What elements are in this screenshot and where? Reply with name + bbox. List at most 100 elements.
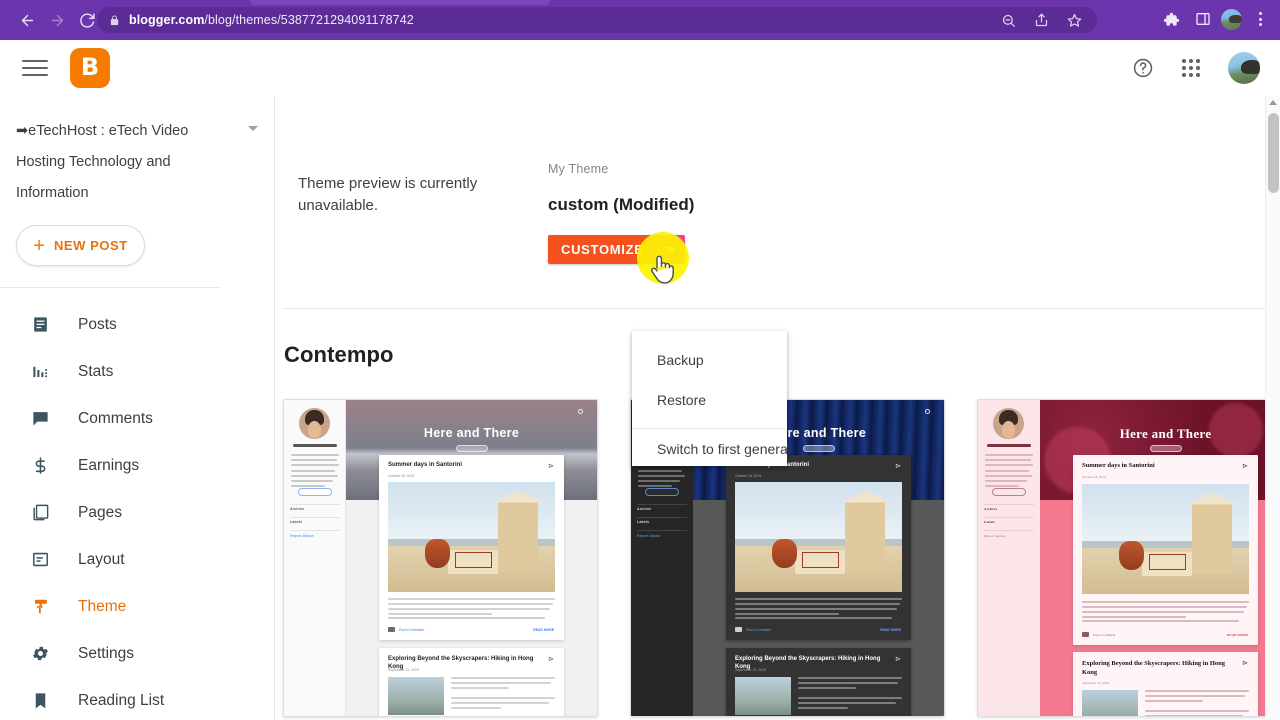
blog-selector[interactable]: ➡eTechHost : eTech Video Hosting Technol…	[0, 96, 274, 209]
post-photo	[388, 482, 555, 592]
my-theme-block: My Theme custom (Modified)	[548, 162, 694, 215]
read-more-link: READ MORE	[1226, 633, 1248, 637]
blog-name: Here and There	[423, 426, 520, 440]
browser-tab-stub[interactable]	[250, 0, 550, 5]
blogger-logo[interactable]: B	[70, 48, 110, 88]
comments-icon	[30, 408, 51, 429]
archive-label: Archive	[290, 507, 305, 511]
theme-options-dropdown[interactable]: Backup Restore Switch to first generat	[632, 331, 787, 466]
comment-icon	[388, 627, 395, 632]
post-photo	[1082, 484, 1249, 594]
browser-toolbar: blogger.com/blog/themes/5387721294091178…	[0, 0, 1280, 40]
sidebar-divider	[0, 287, 220, 288]
chevron-down-icon[interactable]	[248, 126, 258, 131]
sidebar-item-settings[interactable]: Settings	[0, 630, 274, 677]
theme-body: Summer days in Santorini October 18, 201…	[1040, 455, 1265, 716]
hamburger-menu-icon[interactable]	[22, 58, 48, 78]
post-date: September 12, 2019	[735, 668, 766, 672]
post-thumb	[388, 677, 444, 715]
author-bio-lines	[985, 454, 1033, 490]
sidebar-item-reading-list[interactable]: Reading List	[0, 677, 274, 720]
post-excerpt-2	[1145, 710, 1249, 716]
follow-button	[645, 488, 679, 496]
hand-pointer-cursor	[651, 255, 674, 284]
scrollbar-thumb[interactable]	[1268, 113, 1279, 193]
post-excerpt	[1082, 601, 1249, 621]
post-date: September 12, 2019	[1082, 681, 1110, 685]
post-title: Exploring Beyond the Skyscrapers: Hiking…	[1082, 660, 1226, 676]
archive-label: Archive	[637, 507, 652, 511]
archive-label: Archive	[984, 507, 998, 511]
menu-item-switch-to-first-generation[interactable]: Switch to first generat	[632, 429, 787, 466]
chrome-toolbar-icons	[1157, 5, 1274, 33]
theme-body: Summer days in Santorini October 18, 201…	[693, 455, 944, 716]
subscribe-pill	[802, 445, 835, 452]
labels-label: Labels	[637, 520, 650, 524]
address-bar[interactable]: blogger.com/blog/themes/5387721294091178…	[97, 7, 1097, 33]
sidebar-item-posts[interactable]: Posts	[0, 301, 274, 348]
zoom-search-icon[interactable]	[993, 5, 1023, 35]
lock-icon	[109, 14, 120, 26]
post-card: Exploring Beyond the Skyscrapers: Hiking…	[1073, 652, 1258, 716]
sidebar-item-stats[interactable]: Stats	[0, 348, 274, 395]
post-card: Exploring Beyond the Skyscrapers: Hiking…	[379, 648, 564, 716]
share-icon: ⊳	[895, 656, 901, 663]
sidebar-item-label: Layout	[78, 550, 125, 568]
page-scrollbar[interactable]	[1265, 96, 1280, 720]
new-post-button[interactable]: + NEW POST	[16, 225, 145, 266]
post-comment-link: Post a Comment	[399, 628, 425, 632]
report-abuse-label: Report Abuse	[637, 534, 661, 538]
profile-avatar-icon[interactable]	[1221, 8, 1242, 30]
sidebar-item-label: Settings	[78, 644, 135, 662]
back-arrow-icon[interactable]	[12, 5, 42, 35]
apps-grid-icon[interactable]	[1182, 59, 1200, 77]
read-more-link: READ MORE	[533, 628, 554, 632]
help-question-icon[interactable]	[1132, 57, 1154, 79]
current-theme-name: custom (Modified)	[548, 195, 695, 214]
theme-card[interactable]: Archive Labels Report Abuse Here and The…	[977, 399, 1265, 717]
post-photo	[735, 482, 902, 592]
follow-button	[992, 488, 1026, 496]
puzzle-extensions-icon[interactable]	[1157, 5, 1185, 33]
forward-arrow-icon[interactable]	[42, 5, 72, 35]
sidebar-item-theme[interactable]: Theme	[0, 583, 274, 630]
post-card: Summer days in Santorini October 18, 201…	[379, 455, 564, 640]
scroll-up-arrow-icon[interactable]	[1269, 100, 1277, 105]
sidebar-item-comments[interactable]: Comments	[0, 395, 274, 442]
post-date: October 18, 2019	[1082, 475, 1106, 479]
menu-item-restore[interactable]: Restore	[632, 380, 787, 420]
theme-card[interactable]: Archive Labels Report Abuse Here and The…	[283, 399, 598, 717]
sidebar-item-pages[interactable]: Pages	[0, 489, 274, 536]
stats-bar-icon	[30, 361, 51, 382]
subscribe-pill	[1149, 445, 1182, 452]
comment-icon	[735, 627, 742, 632]
menu-item-backup[interactable]: Backup	[632, 340, 787, 380]
three-dot-menu-icon[interactable]	[1246, 5, 1274, 33]
side-panel-icon[interactable]	[1189, 5, 1217, 33]
post-excerpt-2	[1082, 620, 1249, 625]
star-bookmark-icon[interactable]	[1059, 5, 1089, 35]
account-avatar-icon[interactable]	[1228, 52, 1260, 84]
layout-icon	[30, 549, 51, 570]
sidebar-item-earnings[interactable]: Earnings	[0, 442, 274, 489]
labels-label: Labels	[984, 520, 996, 524]
url-path: /blog/themes/5387721294091178742	[204, 13, 414, 27]
sidebar-item-label: Posts	[78, 315, 117, 333]
share-icon: ⊳	[548, 656, 554, 663]
share-icon[interactable]	[1026, 5, 1056, 35]
post-comment-link: Post a Comment	[746, 628, 772, 632]
sidebar-item-layout[interactable]: Layout	[0, 536, 274, 583]
post-excerpt	[1145, 690, 1249, 705]
content-divider	[283, 308, 1265, 309]
blog-title: ➡eTechHost : eTech Video Hosting Technol…	[16, 123, 189, 201]
author-name-bar	[987, 444, 1031, 447]
post-card: Summer days in Santorini October 18, 201…	[726, 455, 911, 640]
url-text: blogger.com/blog/themes/5387721294091178…	[129, 13, 414, 27]
sidebar-item-label: Theme	[78, 597, 127, 615]
url-domain: blogger.com	[129, 13, 205, 27]
search-icon	[925, 409, 930, 414]
blogger-app-header: B	[0, 40, 1280, 96]
sidebar-nav-list: Posts Stats Comments Earnings Pages Layo…	[0, 301, 274, 720]
post-thumb	[1082, 690, 1138, 716]
post-excerpt-2	[388, 617, 555, 622]
